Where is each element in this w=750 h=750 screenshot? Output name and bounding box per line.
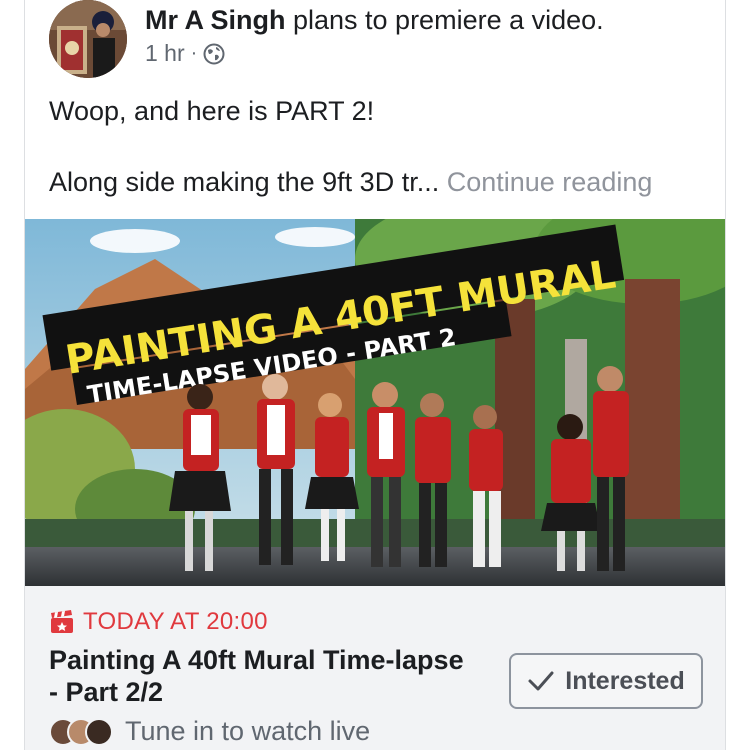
meta-separator: ·: [190, 42, 198, 64]
post-card: Mr A Singh plans to premiere a video. 1 …: [24, 0, 726, 750]
author-avatar[interactable]: [49, 0, 127, 78]
post-time[interactable]: 1 hr: [145, 40, 185, 67]
friend-avatars: [49, 717, 113, 746]
author-name[interactable]: Mr A Singh: [145, 5, 285, 35]
post-headline: Mr A Singh plans to premiere a video.: [145, 4, 604, 36]
event-title[interactable]: Painting A 40ft Mural Time-lapse - Part …: [49, 644, 469, 708]
continue-reading-link[interactable]: Continue reading: [439, 167, 653, 197]
post-text-truncated: Along side making the 9ft 3D tr...: [49, 167, 440, 197]
friend-avatar: [85, 717, 113, 746]
post-meta: 1 hr ·: [145, 40, 225, 67]
checkmark-icon: [528, 671, 554, 691]
video-thumbnail[interactable]: PAINTING A 40FT MURAL TIME-LAPSE VIDEO -…: [25, 219, 725, 586]
globe-icon[interactable]: [203, 43, 225, 65]
post-text-line2: Along side making the 9ft 3D tr... Conti…: [49, 165, 652, 199]
event-date-row: TODAY AT 20:00: [49, 608, 268, 636]
tune-in-text: Tune in to watch live: [125, 716, 371, 746]
post-text-line1: Woop, and here is PART 2!: [49, 96, 375, 126]
interested-button[interactable]: Interested: [509, 653, 703, 709]
post-action: plans to premiere a video.: [285, 5, 604, 35]
clapperboard-icon: [51, 610, 73, 633]
event-date: TODAY AT 20:00: [83, 608, 268, 635]
premiere-event-panel: TODAY AT 20:00 Painting A 40ft Mural Tim…: [25, 586, 725, 750]
tune-in-row: Tune in to watch live: [49, 716, 370, 747]
interested-label: Interested: [565, 666, 685, 695]
